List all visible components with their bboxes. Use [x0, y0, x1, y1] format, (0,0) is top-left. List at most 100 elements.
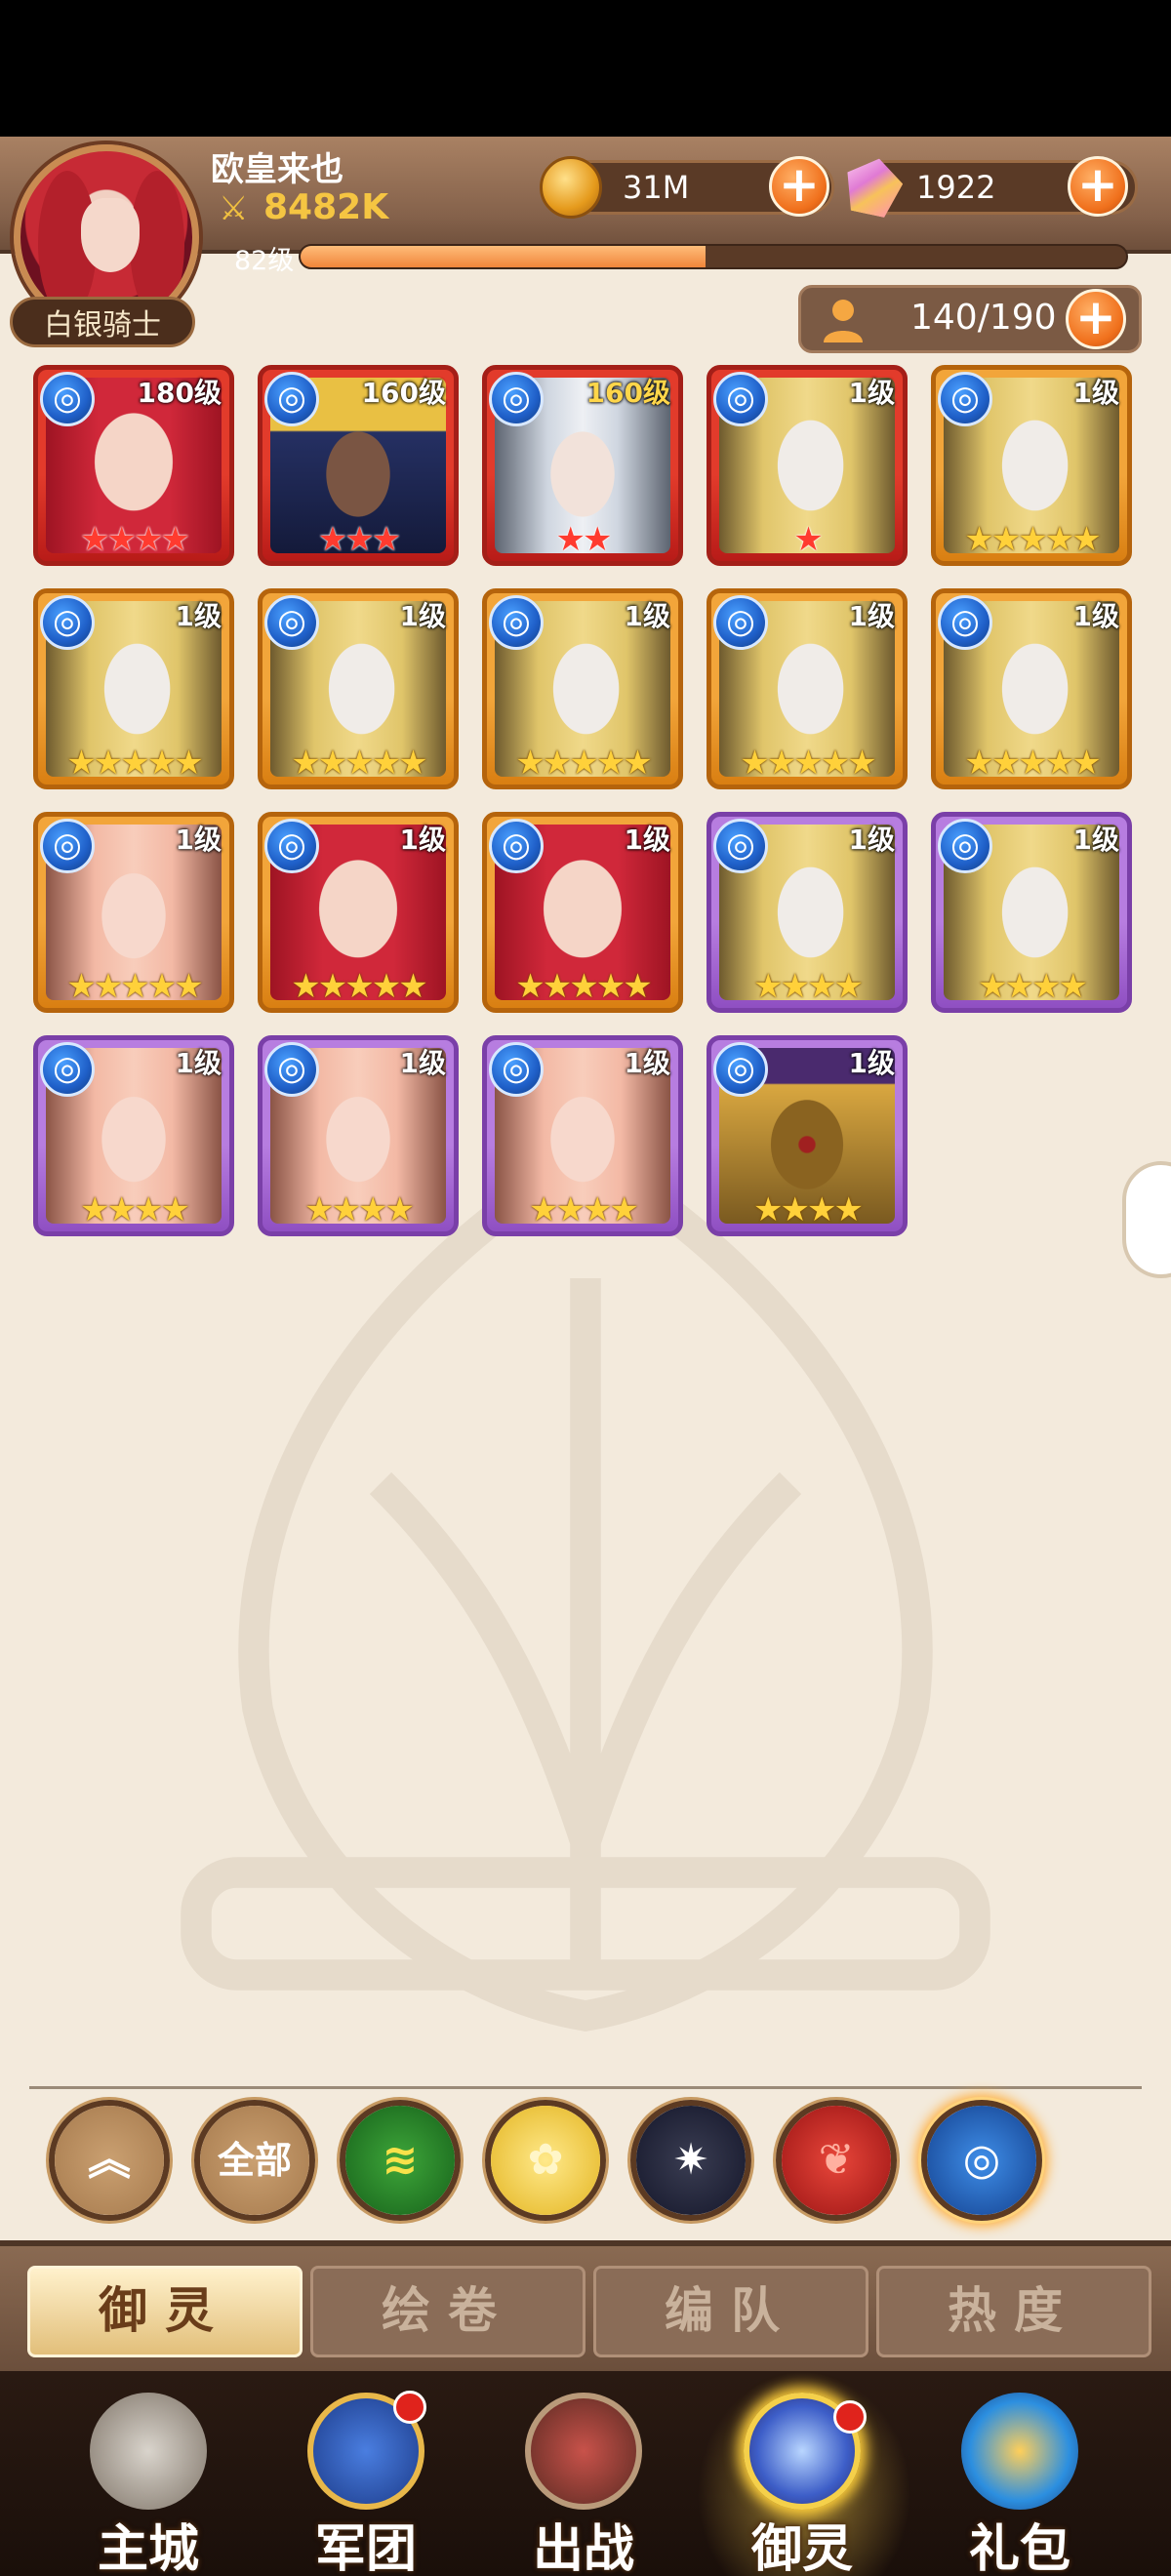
hero-stars: ★★★★ — [753, 967, 864, 1006]
status-bar — [0, 0, 1171, 137]
hero-stars: ★★★★ — [80, 1190, 190, 1229]
hero-stars: ★★★★ — [80, 520, 190, 559]
hero-card[interactable]: ◎ 1级 ★★★★ — [931, 812, 1132, 1013]
hero-level: 1级 — [1072, 824, 1119, 856]
hero-card[interactable]: ◎ 1级 ★★★★★ — [931, 588, 1132, 789]
water-element-icon: ◎ — [489, 1042, 544, 1097]
hero-stars: ★★★★★ — [964, 520, 1101, 559]
hero-level: 1级 — [624, 1047, 670, 1079]
nav-spirits[interactable]: 御灵 — [705, 2381, 900, 2576]
hero-stars: ★★★★ — [304, 1190, 415, 1229]
filter-wind-button[interactable]: ≋ — [340, 2100, 461, 2221]
filter-fire-button[interactable]: ❦ — [776, 2100, 897, 2221]
hero-card[interactable]: ◎ 1级 ★★★★★ — [931, 365, 1132, 566]
filter-divider — [29, 2086, 1142, 2089]
hero-card[interactable]: ◎ 1级 ★ — [707, 365, 908, 566]
nav-spirits-label: 御灵 — [750, 2520, 853, 2576]
hero-card[interactable]: ◎ 1级 ★★★★★ — [707, 588, 908, 789]
hero-level: 1级 — [848, 1047, 895, 1079]
combat-power: 8482K — [263, 187, 389, 227]
water-element-icon: ◎ — [489, 595, 544, 650]
xp-bar — [299, 244, 1128, 269]
hero-level: 1级 — [399, 600, 446, 632]
hero-card[interactable]: ◎ 1级 ★★★★★ — [482, 588, 683, 789]
hero-card[interactable]: ◎ 1级 ★★★★★ — [33, 588, 234, 789]
hero-level: 1级 — [848, 824, 895, 856]
water-element-icon: ◎ — [40, 1042, 95, 1097]
tab-formation[interactable]: 编队 — [593, 2266, 868, 2357]
hero-level: 1级 — [848, 600, 895, 632]
player-name: 欧皇来也 — [211, 150, 343, 189]
hero-stars: ★★★ — [317, 520, 401, 559]
add-capacity-button[interactable]: + — [1066, 289, 1126, 349]
gold-value: 31M — [623, 169, 690, 206]
hero-level: 1级 — [1072, 377, 1119, 409]
hero-card[interactable]: ◎ 1级 ★★★★★ — [482, 812, 683, 1013]
water-element-icon: ◎ — [264, 595, 319, 650]
hero-card[interactable]: ◎ 1级 ★★★★ — [707, 812, 908, 1013]
hero-card[interactable]: ◎ 1级 ★★★★ — [482, 1035, 683, 1236]
add-gold-button[interactable]: + — [769, 156, 829, 217]
light-element-icon: ✿ — [491, 2106, 600, 2215]
water-element-icon: ◎ — [713, 819, 768, 873]
person-icon — [824, 300, 863, 342]
hero-level: 1级 — [624, 824, 670, 856]
collapse-up-icon: ︽ — [55, 2106, 164, 2215]
water-element-icon: ◎ — [713, 595, 768, 650]
hero-card[interactable]: ◎ 160级 ★★★ — [258, 365, 459, 566]
gem-value: 1922 — [916, 169, 996, 206]
xp-fill — [301, 246, 706, 267]
filter-all-button[interactable]: 全部 — [194, 2100, 315, 2221]
hero-card[interactable]: ◎ 1级 ★★★★ — [258, 1035, 459, 1236]
water-element-icon: ◎ — [489, 819, 544, 873]
hero-card[interactable]: ◎ 1级 ★★★★★ — [33, 812, 234, 1013]
nav-legion[interactable]: 军团 — [268, 2381, 464, 2576]
hero-level: 160级 — [361, 377, 446, 409]
gold-coin-icon — [540, 156, 602, 219]
collapse-filter-button[interactable]: ︽ — [49, 2100, 170, 2221]
water-element-icon: ◎ — [713, 1042, 768, 1097]
all-icon: 全部 — [200, 2106, 309, 2215]
tab-spirits[interactable]: 御灵 — [27, 2266, 303, 2357]
nav-legion-label: 军团 — [314, 2520, 417, 2576]
hero-stars: ★ — [793, 520, 823, 559]
filter-water-button[interactable]: ◎ — [921, 2100, 1042, 2221]
hero-card[interactable]: ◎ 1级 ★★★★★ — [258, 812, 459, 1013]
hero-card[interactable]: ◎ 180级 ★★★★ — [33, 365, 234, 566]
hero-level: 1级 — [175, 1047, 222, 1079]
hero-card[interactable]: ◎ 1级 ★★★★ — [707, 1035, 908, 1236]
add-gem-button[interactable]: + — [1068, 156, 1128, 217]
water-element-icon: ◎ — [938, 372, 992, 426]
hero-card[interactable]: ◎ 160级 ★★ — [482, 365, 683, 566]
game-screen: 白银骑士 欧皇来也 ⚔ 8482K 31M + 1922 + 82级 140/1… — [0, 0, 1171, 2576]
battle-sword-icon — [525, 2393, 642, 2510]
hero-card[interactable]: ◎ 1级 ★★★★★ — [258, 588, 459, 789]
side-drawer-handle[interactable] — [1122, 1161, 1171, 1278]
castle-icon — [90, 2393, 207, 2510]
nav-main-city[interactable]: 主城 — [51, 2381, 246, 2576]
nav-battle[interactable]: 出战 — [486, 2381, 681, 2576]
hero-level: 180级 — [137, 377, 222, 409]
hero-level: 1级 — [399, 1047, 446, 1079]
hero-card[interactable]: ◎ 1级 ★★★★ — [33, 1035, 234, 1236]
hero-stars: ★★ — [555, 520, 613, 559]
water-element-icon: ◎ — [938, 819, 992, 873]
tab-popularity[interactable]: 热度 — [876, 2266, 1151, 2357]
filter-dark-button[interactable]: ✷ — [630, 2100, 751, 2221]
nav-gift-pack-label: 礼包 — [968, 2520, 1070, 2576]
water-element-icon: ◎ — [927, 2106, 1036, 2215]
nav-main-city-label: 主城 — [97, 2520, 199, 2576]
hero-stars: ★★★★★ — [291, 967, 427, 1006]
legion-notification-dot — [393, 2391, 426, 2424]
water-element-icon: ◎ — [489, 372, 544, 426]
player-level: 82级 — [234, 246, 295, 276]
tab-scrolls[interactable]: 绘卷 — [310, 2266, 586, 2357]
nav-gift-pack[interactable]: 礼包 — [922, 2381, 1117, 2576]
hero-stars: ★★★★★ — [515, 967, 652, 1006]
fire-element-icon: ❦ — [782, 2106, 891, 2215]
filter-light-button[interactable]: ✿ — [485, 2100, 606, 2221]
hero-stars: ★★★★★ — [66, 967, 203, 1006]
wind-element-icon: ≋ — [345, 2106, 455, 2215]
hero-level: 1级 — [1072, 600, 1119, 632]
water-element-icon: ◎ — [264, 372, 319, 426]
